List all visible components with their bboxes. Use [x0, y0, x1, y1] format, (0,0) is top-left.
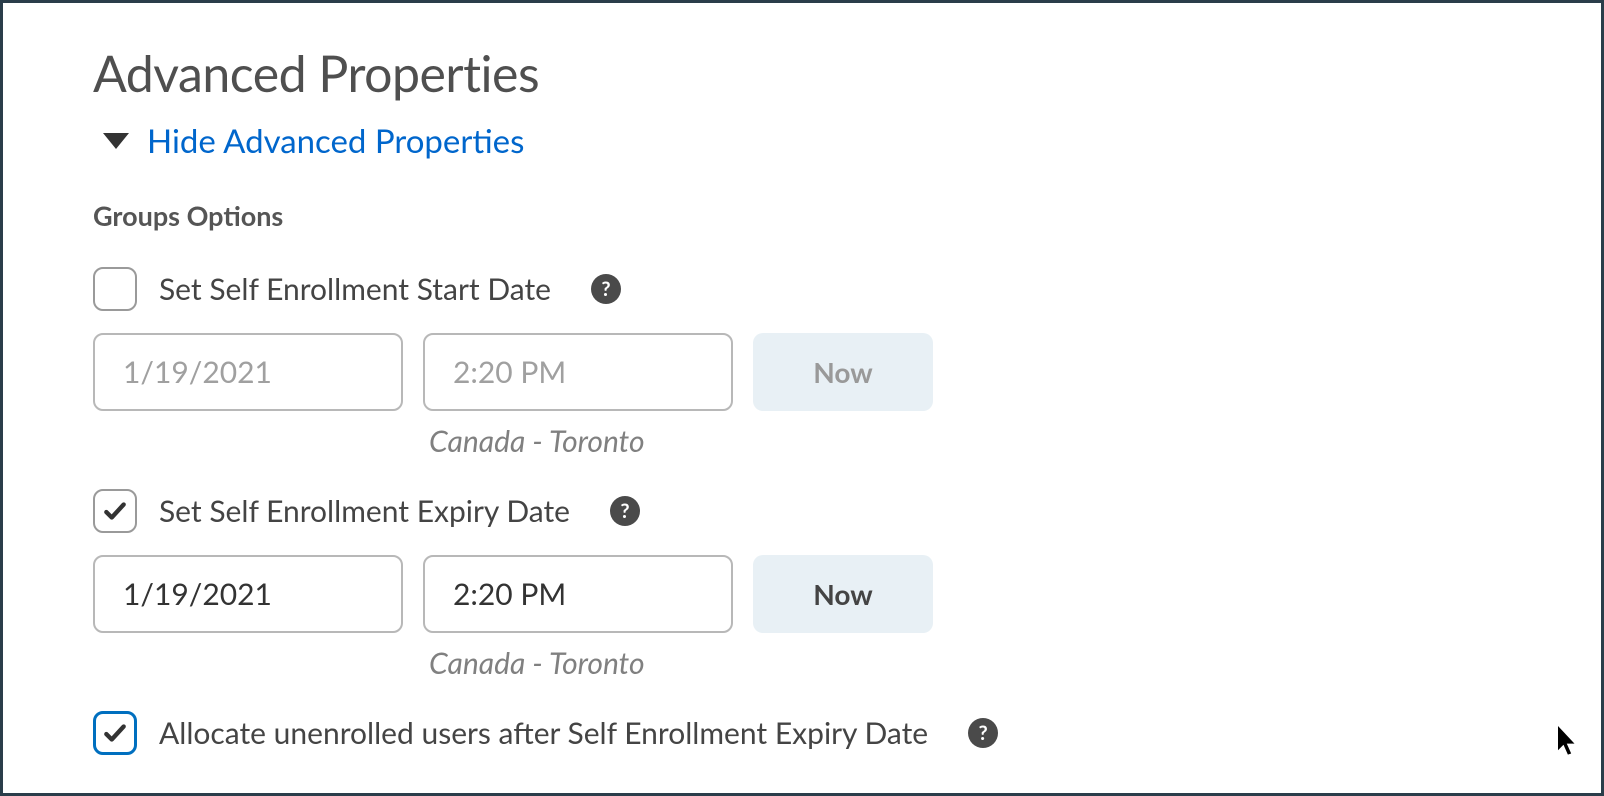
- start-date-checkbox[interactable]: [93, 267, 137, 311]
- start-date-block: Set Self Enrollment Start Date ? Canada …: [93, 267, 1511, 459]
- checkmark-icon: [102, 498, 128, 524]
- cursor-icon: [1558, 726, 1580, 756]
- expiry-date-checkbox[interactable]: [93, 489, 137, 533]
- expiry-date-checkbox-label: Set Self Enrollment Expiry Date: [159, 493, 570, 529]
- help-icon[interactable]: ?: [968, 718, 998, 748]
- start-date-checkbox-label: Set Self Enrollment Start Date: [159, 271, 551, 307]
- allocate-checkbox-label: Allocate unenrolled users after Self Enr…: [159, 715, 928, 751]
- toggle-advanced-properties[interactable]: Hide Advanced Properties: [103, 121, 1511, 161]
- expiry-date-input[interactable]: [93, 555, 403, 633]
- groups-options-label: Groups Options: [93, 199, 1511, 232]
- start-date-input[interactable]: [93, 333, 403, 411]
- expiry-date-datetime-row: Canada - Toronto Now: [93, 555, 1511, 681]
- start-time-input[interactable]: [423, 333, 733, 411]
- page-title: Advanced Properties: [93, 43, 1511, 103]
- expiry-time-input[interactable]: [423, 555, 733, 633]
- start-date-datetime-row: Canada - Toronto Now: [93, 333, 1511, 459]
- toggle-advanced-link[interactable]: Hide Advanced Properties: [147, 121, 524, 161]
- expiry-date-block: Set Self Enrollment Expiry Date ? Canada…: [93, 489, 1511, 681]
- main-frame: Advanced Properties Hide Advanced Proper…: [0, 0, 1604, 796]
- caret-down-icon: [103, 133, 129, 149]
- checkmark-icon: [102, 720, 128, 746]
- start-timezone-label: Canada - Toronto: [423, 423, 733, 459]
- expiry-date-checkbox-row: Set Self Enrollment Expiry Date ?: [93, 489, 1511, 533]
- allocate-checkbox[interactable]: [93, 711, 137, 755]
- expiry-now-button[interactable]: Now: [753, 555, 933, 633]
- start-date-checkbox-row: Set Self Enrollment Start Date ?: [93, 267, 1511, 311]
- help-icon[interactable]: ?: [591, 274, 621, 304]
- allocate-checkbox-row: Allocate unenrolled users after Self Enr…: [93, 711, 1511, 755]
- expiry-timezone-label: Canada - Toronto: [423, 645, 733, 681]
- start-now-button[interactable]: Now: [753, 333, 933, 411]
- help-icon[interactable]: ?: [610, 496, 640, 526]
